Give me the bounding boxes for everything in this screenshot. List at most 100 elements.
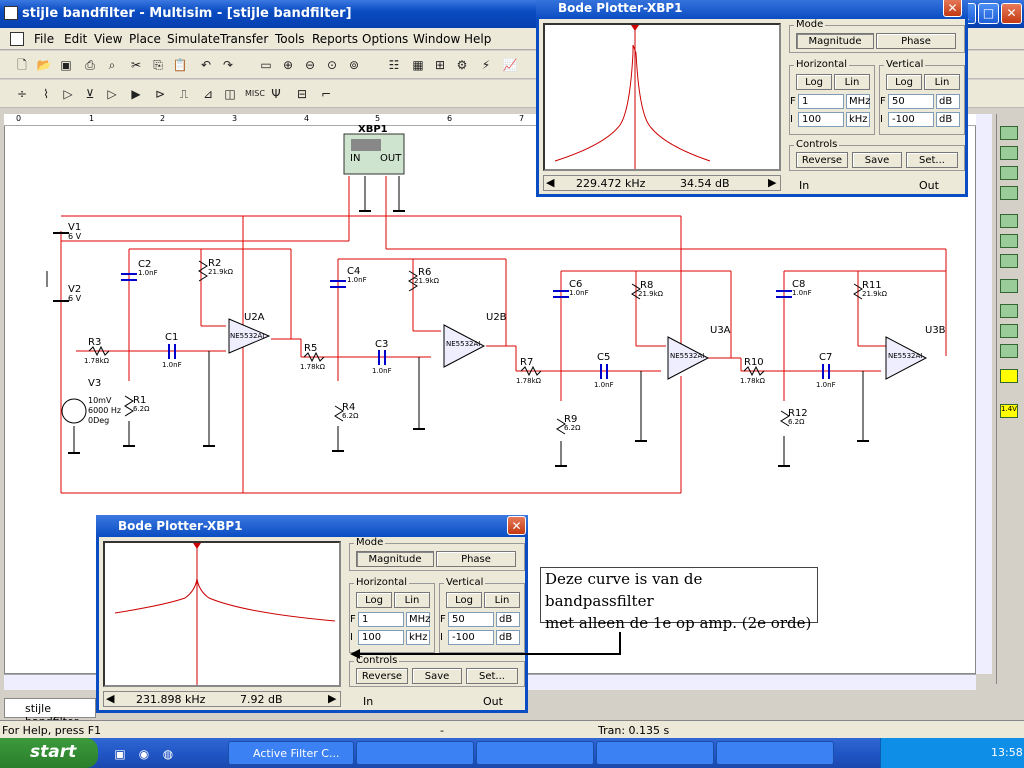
save-icon[interactable]: ▣ bbox=[56, 55, 76, 75]
taskbar-item-5[interactable] bbox=[716, 741, 834, 765]
zoom-in-icon[interactable]: ⊕ bbox=[278, 55, 298, 75]
copy-icon[interactable]: ⎘ bbox=[148, 55, 168, 75]
bode-bottom-v-f-unit[interactable]: dB bbox=[496, 612, 520, 627]
show-desktop-icon[interactable]: ▣ bbox=[110, 744, 130, 764]
undo-icon[interactable]: ↶ bbox=[196, 55, 216, 75]
menu-place[interactable]: Place bbox=[129, 32, 161, 46]
wattmeter-icon[interactable] bbox=[1000, 166, 1018, 180]
bode-top-v-f-unit[interactable]: dB bbox=[936, 94, 960, 109]
analog-icon[interactable]: ▷ bbox=[102, 84, 122, 104]
bode-top-v-log-button[interactable]: Log bbox=[886, 74, 922, 90]
cut-icon[interactable]: ✂ bbox=[126, 55, 146, 75]
start-button[interactable]: start bbox=[0, 738, 98, 768]
menu-options[interactable]: Options bbox=[362, 32, 408, 46]
menu-window[interactable]: Window bbox=[413, 32, 460, 46]
bode-top-h-lin-button[interactable]: Lin bbox=[834, 74, 870, 90]
bode-bottom-cursor-right-icon[interactable]: ▶ bbox=[328, 692, 336, 705]
bode-bottom-v-log-button[interactable]: Log bbox=[446, 592, 482, 608]
print-preview-icon[interactable]: ⌕ bbox=[102, 55, 122, 75]
function-generator-icon[interactable] bbox=[1000, 146, 1018, 160]
network-analyzer-icon[interactable] bbox=[1000, 344, 1018, 358]
bode-plotter-icon[interactable] bbox=[1000, 214, 1018, 228]
zoom-out-icon[interactable]: ⊖ bbox=[300, 55, 320, 75]
spreadsheet-icon[interactable]: ▦ bbox=[408, 55, 428, 75]
zoom-fit-icon[interactable]: ⊚ bbox=[344, 55, 364, 75]
document-tab[interactable]: stijle bandfilter bbox=[4, 698, 96, 728]
menu-help[interactable]: Help bbox=[464, 32, 491, 46]
misc-digital-icon[interactable]: ⎍ bbox=[174, 84, 194, 104]
bode-top-cursor-right-icon[interactable]: ▶ bbox=[768, 176, 776, 189]
menu-view[interactable]: View bbox=[94, 32, 122, 46]
database-icon[interactable]: ⊞ bbox=[430, 55, 450, 75]
transistor-icon[interactable]: ⊻ bbox=[80, 84, 100, 104]
bode-top-close-button[interactable]: ✕ bbox=[943, 0, 962, 17]
bode-bottom-cursor-left-icon[interactable]: ◀ bbox=[106, 692, 114, 705]
bode-top-cursor-left-icon[interactable]: ◀ bbox=[546, 176, 554, 189]
bode-top-magnitude-button[interactable]: Magnitude bbox=[796, 33, 874, 49]
menu-simulate[interactable]: Simulate bbox=[167, 32, 220, 46]
logic-converter-icon[interactable] bbox=[1000, 279, 1018, 293]
logic-analyzer-icon[interactable] bbox=[1000, 254, 1018, 268]
simulate-icon[interactable]: ⚡ bbox=[476, 55, 496, 75]
bode-top-v-f-input[interactable]: 50 bbox=[888, 94, 934, 109]
component-wizard-icon[interactable]: ⚙ bbox=[452, 55, 472, 75]
connector-icon[interactable]: ⌐ bbox=[316, 84, 336, 104]
hierarchy-icon[interactable]: ☷ bbox=[384, 55, 404, 75]
bode-top-h-i-unit[interactable]: kHz bbox=[846, 112, 870, 127]
maximize-button[interactable]: □ bbox=[978, 3, 999, 24]
bode-top-v-i-unit[interactable]: dB bbox=[936, 112, 960, 127]
bode-bottom-phase-button[interactable]: Phase bbox=[436, 551, 516, 567]
firefox-quicklaunch-icon[interactable]: ◉ bbox=[134, 744, 154, 764]
bode-bottom-reverse-button[interactable]: Reverse bbox=[356, 668, 408, 684]
measurement-probe-icon[interactable]: 1.4V bbox=[1000, 404, 1018, 418]
paste-icon[interactable]: 📋 bbox=[170, 55, 190, 75]
new-icon[interactable]: 🗋 bbox=[12, 55, 32, 75]
bode-top-h-f-input[interactable]: 1 bbox=[798, 94, 844, 109]
menu-transfer[interactable]: Transfer bbox=[220, 32, 268, 46]
bode-bottom-h-log-button[interactable]: Log bbox=[356, 592, 392, 608]
bode-bottom-plot[interactable] bbox=[103, 541, 341, 687]
bode-bottom-h-f-input[interactable]: 1 bbox=[358, 612, 404, 627]
bode-top-h-log-button[interactable]: Log bbox=[796, 74, 832, 90]
bode-bottom-h-f-unit[interactable]: MHz bbox=[406, 612, 430, 627]
close-button[interactable]: ✕ bbox=[1001, 3, 1022, 24]
redo-icon[interactable]: ↷ bbox=[218, 55, 238, 75]
bode-bottom-set-button[interactable]: Set... bbox=[466, 668, 518, 684]
bode-top-save-button[interactable]: Save bbox=[852, 152, 902, 168]
annotation-textbox[interactable]: Deze curve is van de bandpassfilter met … bbox=[540, 567, 818, 632]
grapher-icon[interactable]: 📈 bbox=[500, 55, 520, 75]
diode-icon[interactable]: ▷ bbox=[58, 84, 78, 104]
bode-top-set-button[interactable]: Set... bbox=[906, 152, 958, 168]
bode-bottom-close-button[interactable]: ✕ bbox=[507, 516, 526, 535]
multimeter-icon[interactable] bbox=[1000, 126, 1018, 140]
spectrum-analyzer-icon[interactable] bbox=[1000, 324, 1018, 338]
mixed-icon[interactable]: ⊿ bbox=[198, 84, 218, 104]
media-quicklaunch-icon[interactable]: ◍ bbox=[158, 744, 178, 764]
bode-top-h-f-unit[interactable]: MHz bbox=[846, 94, 870, 109]
menu-edit[interactable]: Edit bbox=[64, 32, 87, 46]
taskbar-item-4[interactable] bbox=[596, 741, 714, 765]
bode-top-phase-button[interactable]: Phase bbox=[876, 33, 956, 49]
basic-icon[interactable]: ⌇ bbox=[36, 84, 56, 104]
print-icon[interactable]: ⎙ bbox=[80, 55, 100, 75]
taskbar-item-3[interactable] bbox=[476, 741, 594, 765]
indicator-icon[interactable]: ◫ bbox=[220, 84, 240, 104]
agilent-icon[interactable] bbox=[1000, 369, 1018, 383]
taskbar-firefox[interactable]: Active Filter C... bbox=[228, 741, 354, 765]
bode-top-plot[interactable] bbox=[543, 23, 781, 171]
oscilloscope-icon[interactable] bbox=[1000, 186, 1018, 200]
bode-bottom-v-f-input[interactable]: 50 bbox=[448, 612, 494, 627]
bode-top-v-i-input[interactable]: -100 bbox=[888, 112, 934, 127]
fullscreen-icon[interactable]: ▭ bbox=[256, 55, 276, 75]
bus-icon[interactable]: ⊟ bbox=[292, 84, 312, 104]
bode-top-h-i-input[interactable]: 100 bbox=[798, 112, 844, 127]
bode-bottom-magnitude-button[interactable]: Magnitude bbox=[356, 551, 434, 567]
taskbar-item-2[interactable] bbox=[356, 741, 474, 765]
source-icon[interactable]: ÷ bbox=[12, 84, 32, 104]
menu-reports[interactable]: Reports bbox=[312, 32, 358, 46]
vertical-scrollbar[interactable] bbox=[976, 114, 992, 674]
rf-icon[interactable]: Ψ bbox=[266, 84, 286, 104]
bode-bottom-h-lin-button[interactable]: Lin bbox=[394, 592, 430, 608]
distortion-analyzer-icon[interactable] bbox=[1000, 304, 1018, 318]
bode-bottom-v-lin-button[interactable]: Lin bbox=[484, 592, 520, 608]
